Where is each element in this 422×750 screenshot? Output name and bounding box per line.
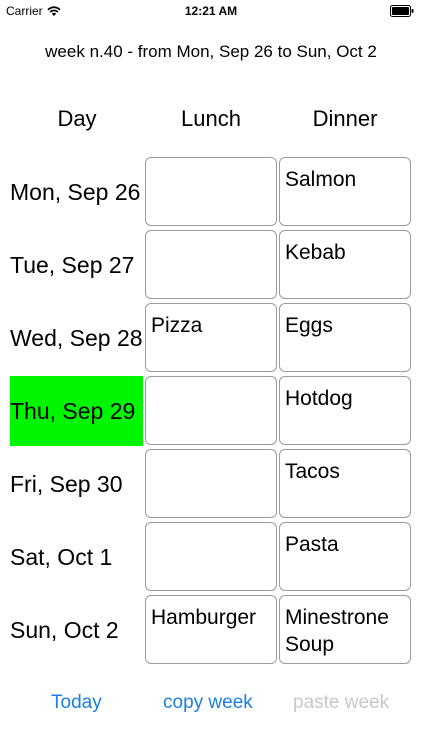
lunch-cell[interactable] bbox=[145, 522, 277, 591]
table-row: Wed, Sep 28 Pizza Eggs bbox=[0, 303, 422, 376]
battery-icon bbox=[390, 5, 414, 17]
day-label: Sat, Oct 1 bbox=[10, 543, 113, 570]
lunch-cell[interactable] bbox=[145, 157, 277, 226]
day-label: Fri, Sep 30 bbox=[10, 470, 123, 497]
day-label: Wed, Sep 28 bbox=[10, 324, 143, 351]
lunch-cell[interactable] bbox=[145, 376, 277, 445]
day-label-today: Thu, Sep 29 bbox=[10, 376, 143, 446]
dinner-cell[interactable]: Salmon bbox=[279, 157, 411, 226]
lunch-cell[interactable] bbox=[145, 230, 277, 299]
day-label: Mon, Sep 26 bbox=[10, 178, 141, 205]
header-day: Day bbox=[57, 106, 97, 131]
paste-week-button[interactable]: paste week bbox=[293, 692, 389, 714]
table-row: Sun, Oct 2 Hamburger Minestrone Soup bbox=[0, 595, 422, 668]
dinner-cell[interactable]: Kebab bbox=[279, 230, 411, 299]
copy-week-button[interactable]: copy week bbox=[163, 692, 253, 714]
header-lunch: Lunch bbox=[181, 106, 241, 131]
table-row: Tue, Sep 27 Kebab bbox=[0, 230, 422, 303]
status-time: 12:21 AM bbox=[184, 4, 238, 18]
day-label: Sun, Oct 2 bbox=[10, 616, 119, 643]
table-row: Mon, Sep 26 Salmon bbox=[0, 157, 422, 230]
dinner-cell[interactable]: Tacos bbox=[279, 449, 411, 518]
week-title: week n.40 - from Mon, Sep 26 to Sun, Oct… bbox=[45, 42, 377, 61]
lunch-cell[interactable]: Hamburger bbox=[145, 595, 277, 664]
header-dinner: Dinner bbox=[312, 106, 378, 131]
dinner-cell[interactable]: Eggs bbox=[279, 303, 411, 372]
day-label: Tue, Sep 27 bbox=[10, 251, 135, 278]
dinner-cell[interactable]: Pasta bbox=[279, 522, 411, 591]
dinner-cell[interactable]: Minestrone Soup bbox=[279, 595, 411, 664]
table-row: Sat, Oct 1 Pasta bbox=[0, 522, 422, 595]
lunch-cell[interactable] bbox=[145, 449, 277, 518]
table-row: Fri, Sep 30 Tacos bbox=[0, 449, 422, 522]
today-button[interactable]: Today bbox=[51, 692, 102, 714]
lunch-cell[interactable]: Pizza bbox=[145, 303, 277, 372]
table-row: Thu, Sep 29 Hotdog bbox=[0, 376, 422, 449]
dinner-cell[interactable]: Hotdog bbox=[279, 376, 411, 445]
status-bar: Carrier 12:21 AM bbox=[0, 0, 422, 22]
